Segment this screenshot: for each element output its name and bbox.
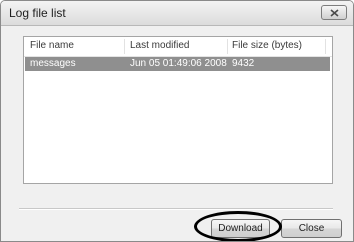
close-button[interactable]: Close: [281, 219, 342, 238]
log-file-list-dialog: Log file list File name Last modified Fi…: [0, 0, 354, 242]
log-file-list[interactable]: File name Last modified File size (bytes…: [23, 36, 333, 184]
title-close-button[interactable]: [321, 5, 347, 20]
window-title: Log file list: [9, 6, 66, 20]
cell-file-size: 9432: [232, 58, 255, 69]
divider: [19, 208, 333, 210]
close-icon: [330, 9, 339, 17]
column-header-file-name[interactable]: File name: [30, 40, 74, 51]
column-separator[interactable]: [227, 39, 228, 54]
cell-last-modified: Jun 05 01:49:06 2008: [130, 58, 227, 69]
download-button[interactable]: Download: [211, 219, 270, 238]
table-row[interactable]: messages Jun 05 01:49:06 2008 9432: [25, 57, 330, 71]
column-header-file-size[interactable]: File size (bytes): [232, 40, 302, 51]
list-header: File name Last modified File size (bytes…: [24, 37, 332, 57]
column-header-last-modified[interactable]: Last modified: [130, 40, 189, 51]
column-separator[interactable]: [124, 39, 125, 54]
title-bar: Log file list: [1, 1, 353, 26]
cell-file-name: messages: [30, 58, 76, 69]
column-separator[interactable]: [325, 39, 326, 54]
